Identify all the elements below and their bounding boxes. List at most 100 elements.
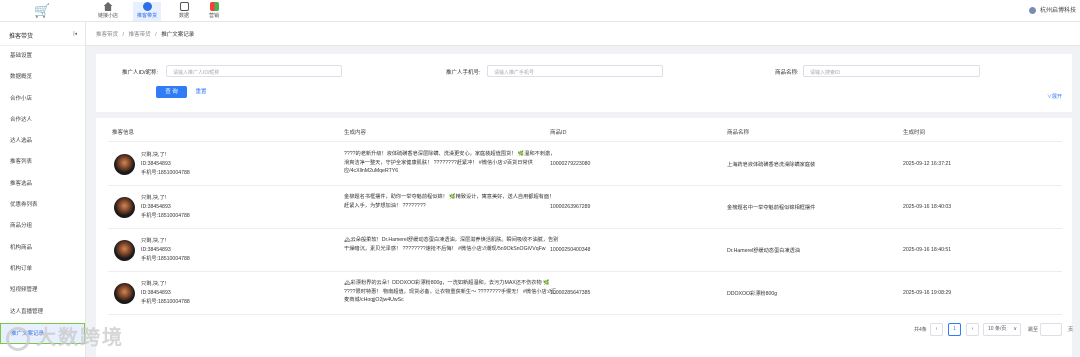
reset-button[interactable]: 重置 — [191, 86, 211, 98]
sidebar-title: 推客带货 — [9, 34, 34, 40]
product-name: 上海药皂液体硫磺香皂洗澡除螨家庭装 — [727, 162, 816, 168]
promoter-id: ID:38454893 — [141, 247, 171, 253]
table-row: 只剩,块,了! ID:38454893 手机号:18510004788 金柳题名… — [108, 186, 1062, 229]
table-header: 推客信息 生成内容 商品ID 商品名称 生成时间 — [108, 120, 1062, 142]
next-page-button[interactable]: › — [966, 323, 979, 336]
promoter-id: ID:38454893 — [141, 290, 171, 296]
page-size-select[interactable]: 10 条/页 ∨ — [983, 323, 1021, 336]
user-menu[interactable]: 杭州启博科技 — [1028, 5, 1076, 14]
sidebar-item-short-video[interactable]: 短视频管理 — [0, 280, 85, 301]
generated-time: 2025-09-16 19:08:29 — [903, 290, 952, 296]
promoter-name: 只剩,块,了! — [141, 195, 167, 201]
nav-shop[interactable]: 链接小店 — [95, 2, 121, 21]
generated-content: 金柳题名书框摆件，助你一举夺魁前程似锦！ 🌿精致设计，寓意美好，送人自用都超有面… — [344, 194, 555, 209]
query-button[interactable]: 查 询 — [156, 86, 187, 98]
data-icon — [179, 2, 189, 11]
watermark: 大数跨境 — [6, 321, 124, 351]
sidebar-item-partner-talents[interactable]: 合作达人 — [0, 110, 85, 131]
home-icon — [103, 2, 113, 11]
promoter-id-label: 推广人ID/昵称: — [122, 70, 159, 76]
nav-label: 链接小店 — [97, 13, 118, 19]
promoter-name: 只剩,块,了! — [141, 238, 167, 244]
nav-data[interactable]: 数据 — [174, 2, 194, 21]
column-header: 生成时间 — [903, 130, 926, 136]
nav-label: 营销 — [208, 13, 219, 19]
promoter-id-input[interactable]: 请输入推广人ID/昵称 — [166, 65, 342, 77]
promoter-phone: 手机号:18510004788 — [141, 170, 190, 176]
sidebar-item-promoter-selection[interactable]: 推客选品 — [0, 174, 85, 195]
sidebar-item-agency-orders[interactable]: 机构订单 — [0, 259, 85, 280]
generated-content: ????的老新升级！液体硫磺香皂深层除螨、洗澡更安心，家庭装超值囤货！ 🌿温和不… — [344, 151, 556, 174]
sidebar-item-talent-selection[interactable]: 达人选品 — [0, 131, 85, 152]
avatar — [114, 283, 135, 304]
promoter-phone: 手机号:18510004788 — [141, 256, 190, 262]
breadcrumb: 推客带货 / 推客带货 / 推广文案记录 — [86, 22, 1080, 46]
user-name: 杭州启博科技 — [1039, 8, 1076, 14]
sidebar-item-coupon-list[interactable]: 优惠券列表 — [0, 195, 85, 216]
watermark-text: 大数跨境 — [36, 327, 124, 349]
sidebar-item-live-management[interactable]: 达人直播管理 — [0, 302, 85, 323]
table-row: 只剩,块,了! ID:38454893 手机号:18510004788 ????… — [108, 143, 1062, 186]
breadcrumb-separator: / — [122, 32, 125, 38]
collapse-icon[interactable]: |◂ — [73, 31, 77, 37]
product-name-input[interactable]: 请输入搜索ID — [803, 65, 980, 77]
avatar — [114, 240, 135, 261]
promoter-phone-input[interactable]: 请输入推广手机号 — [487, 65, 663, 77]
column-header: 商品ID — [550, 130, 567, 136]
promoter-name: 只剩,块,了! — [141, 281, 167, 287]
total-count: 共4条 — [914, 327, 927, 333]
watermark-logo-icon — [6, 326, 30, 351]
prev-page-button[interactable]: ‹ — [930, 323, 943, 336]
avatar — [114, 197, 135, 218]
sidebar-item-agency-products[interactable]: 机构商品 — [0, 238, 85, 259]
sidebar-item-data-overview[interactable]: 数据概览 — [0, 67, 85, 88]
promoter-name: 只剩,块,了! — [141, 152, 167, 158]
sidebar: 推客带货 |◂ 基础设置 数据概览 合作小店 合作达人 达人选品 推客列表 推客… — [0, 22, 86, 357]
promoter-phone-label: 推广人手机号: — [446, 70, 481, 76]
records-table: 推客信息 生成内容 商品ID 商品名称 生成时间 只剩,块,了! ID:3845… — [96, 118, 1074, 357]
table-row: 只剩,块,了! ID:38454893 手机号:18510004788 🏔彩漂粉… — [108, 272, 1062, 315]
breadcrumb-current: 推广文案记录 — [161, 32, 195, 38]
pagination: 共4条 ‹ 1 › 10 条/页 ∨ 跳至 页 — [96, 323, 1074, 339]
table-row: 只剩,块,了! ID:38454893 手机号:18510004788 🏔云朵般… — [108, 229, 1062, 272]
promo-icon — [142, 2, 152, 11]
goto-page-input[interactable] — [1040, 323, 1062, 336]
goto-label: 跳至 — [1028, 327, 1039, 333]
generated-time: 2025-09-16 18:40:51 — [903, 247, 952, 253]
sidebar-item-product-groups[interactable]: 商品分组 — [0, 216, 85, 237]
nav-marketing[interactable]: 营销 — [204, 2, 224, 21]
promoter-id: ID:38454893 — [141, 204, 171, 210]
generated-content: 🏔彩漂粉界的云朵！DDOXOO彩漂粉800g，一洗如新超温和，去污力MAX还不伤… — [344, 280, 557, 303]
expand-link[interactable]: ∨展开 — [1047, 93, 1062, 100]
breadcrumb-item[interactable]: 推客带货 — [96, 32, 118, 38]
nav-label: 推客带货 — [136, 13, 157, 19]
product-id: 10000279223080 — [550, 161, 591, 167]
page-size-value: 10 条/页 — [988, 326, 1007, 332]
promoter-info: 只剩,块,了! ID:38454893 手机号:18510004788 — [141, 237, 190, 264]
product-id: 10000250400348 — [550, 247, 591, 253]
nav-label: 数据 — [178, 13, 189, 19]
promoter-info: 只剩,块,了! ID:38454893 手机号:18510004788 — [141, 194, 190, 221]
avatar — [114, 154, 135, 175]
promoter-id: ID:38454893 — [141, 161, 171, 167]
sidebar-item-basic-settings[interactable]: 基础设置 — [0, 46, 85, 67]
column-header: 生成内容 — [344, 130, 367, 136]
generated-content: 🏔云朵般柔软！Dr.Hamerel舒缓动态蛋白凍透油，深层滋养焕活肌肤。瞬间吸收… — [344, 237, 559, 252]
goto-unit: 页 — [1068, 327, 1074, 333]
avatar — [1028, 6, 1036, 14]
column-header: 商品名称 — [727, 130, 750, 136]
column-header: 推客信息 — [112, 130, 135, 136]
breadcrumb-item[interactable]: 推客带货 — [129, 32, 151, 38]
product-name: DDOXOO彩漂粉800g — [727, 291, 778, 297]
sidebar-header: 推客带货 |◂ — [0, 22, 85, 46]
filter-panel: 推广人ID/昵称: 请输入推广人ID/昵称 推广人手机号: 请输入推广手机号 商… — [96, 54, 1072, 112]
nav-promo[interactable]: 推客带货 — [133, 2, 161, 21]
chevron-down-icon: ∨ — [1013, 326, 1017, 332]
page-1-button[interactable]: 1 — [948, 323, 961, 336]
product-id: 10000285647385 — [550, 290, 591, 296]
cart-icon[interactable]: 🛒 — [34, 4, 50, 18]
sidebar-item-promoter-list[interactable]: 推客列表 — [0, 152, 85, 173]
promoter-phone: 手机号:18510004788 — [141, 299, 190, 305]
top-navbar: 🛒 链接小店 推客带货 数据 营销 杭州启博科技 — [0, 0, 1080, 22]
sidebar-item-partner-shops[interactable]: 合作小店 — [0, 89, 85, 110]
